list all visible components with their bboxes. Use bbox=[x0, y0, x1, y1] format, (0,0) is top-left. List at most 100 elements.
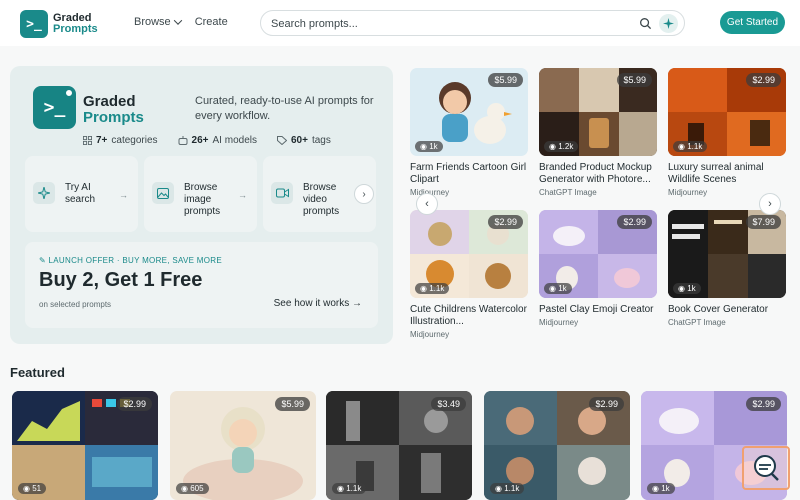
nav-browse[interactable]: Browse bbox=[134, 16, 182, 28]
price-badge: $2.99 bbox=[117, 397, 152, 411]
offer-tag-text: LAUNCH OFFER · BUY MORE, SAVE MORE bbox=[48, 256, 223, 265]
view-count-value: 1.1k bbox=[687, 142, 703, 151]
chevron-right-icon: › bbox=[768, 198, 772, 210]
ai-search-button[interactable] bbox=[659, 14, 678, 33]
stat-label: AI models bbox=[212, 135, 257, 146]
view-count: ◉ 605 bbox=[176, 483, 209, 494]
sparkle-icon bbox=[33, 182, 55, 204]
arrow-right-icon: → bbox=[352, 298, 362, 309]
featured-card[interactable]: $5.99 ◉ 605 bbox=[170, 391, 316, 500]
card-thumbnail: $2.99 ◉ 1.1k bbox=[668, 68, 786, 156]
view-count-value: 1.1k bbox=[346, 484, 362, 493]
view-count-value: 605 bbox=[190, 484, 204, 493]
offer-note: on selected prompts bbox=[39, 300, 112, 309]
hero-description: Curated, ready-to-use AI prompts for eve… bbox=[195, 95, 374, 122]
price-badge: $2.99 bbox=[746, 397, 781, 411]
prompt-card[interactable]: $5.99 ◉ 1.2k Branded Product Mockup Gene… bbox=[539, 68, 657, 197]
eye-icon: ◉ bbox=[181, 484, 191, 493]
arrow-right-icon: → bbox=[238, 190, 247, 200]
grid-next-button[interactable]: › bbox=[759, 193, 781, 215]
hero-brand: Graded Prompts bbox=[83, 94, 144, 126]
hero-brand-line-2: Prompts bbox=[83, 109, 144, 126]
featured-card[interactable]: $2.99 ◉ 1.1k bbox=[484, 391, 630, 500]
hero-brand-line-1: Graded bbox=[83, 93, 136, 110]
grid-prev-button[interactable]: ‹ bbox=[416, 193, 438, 215]
card-thumbnail: $5.99 ◉ 1k bbox=[410, 68, 528, 156]
view-count-value: 51 bbox=[32, 484, 42, 493]
card-thumbnail: $7.99 ◉ 1k bbox=[668, 210, 786, 298]
view-count: ◉ 1k bbox=[647, 483, 675, 494]
prompt-card[interactable]: $2.99 ◉ 1k Pastel Clay Emoji Creator Mid… bbox=[539, 210, 657, 327]
see-how-label: See how it works bbox=[273, 298, 350, 309]
arrow-right-icon: → bbox=[119, 190, 128, 200]
chevron-down-icon bbox=[173, 16, 182, 25]
prompt-card[interactable]: $2.99 ◉ 1.1k Cute Childrens Watercolor I… bbox=[410, 210, 528, 339]
eye-icon: ◉ bbox=[549, 142, 559, 151]
card-title: Branded Product Mockup Generator with Ph… bbox=[539, 162, 652, 185]
search-input[interactable] bbox=[271, 16, 631, 32]
prompt-card[interactable]: $2.99 ◉ 1.1k Luxury surreal animal Wildl… bbox=[668, 68, 786, 197]
quick-tiles: Try AI search → Browse image prompts → B… bbox=[25, 156, 376, 232]
price-badge: $2.99 bbox=[617, 215, 652, 229]
card-thumbnail: $2.99 ◉ 1.1k bbox=[410, 210, 528, 298]
video-icon bbox=[271, 182, 293, 204]
view-count: ◉ 1k bbox=[544, 283, 572, 294]
tile-label: Browse image prompts bbox=[184, 182, 221, 217]
hero-logo-icon: >_ bbox=[33, 86, 76, 129]
view-count-value: 1.1k bbox=[429, 284, 445, 293]
grid-icon bbox=[83, 136, 92, 145]
eye-icon: ◉ bbox=[652, 484, 662, 493]
eye-icon: ◉ bbox=[678, 142, 688, 151]
eye-icon: ◉ bbox=[420, 142, 430, 151]
image-icon bbox=[152, 182, 174, 204]
card-title: Farm Friends Cartoon Girl Clipart bbox=[410, 162, 527, 185]
eye-icon: ◉ bbox=[678, 284, 688, 293]
site-logo[interactable]: >_ Graded Prompts bbox=[20, 10, 98, 38]
eye-icon: ◉ bbox=[495, 484, 505, 493]
eye-icon: ◉ bbox=[420, 284, 430, 293]
card-source: ChatGPT Image bbox=[668, 318, 726, 327]
featured-card[interactable]: $3.49 ◉ 1.1k bbox=[326, 391, 472, 500]
main-nav: Browse Create bbox=[134, 16, 228, 28]
chat-search-icon bbox=[754, 455, 779, 481]
price-badge: $5.99 bbox=[275, 397, 310, 411]
price-badge: $2.99 bbox=[746, 73, 781, 87]
tile-label: Browse video prompts bbox=[303, 182, 340, 217]
view-count-value: 1k bbox=[558, 284, 567, 293]
tile-image-prompts[interactable]: Browse image prompts → bbox=[144, 156, 257, 232]
tile-ai-search[interactable]: Try AI search → bbox=[25, 156, 138, 232]
logo-mark: >_ bbox=[20, 10, 48, 38]
featured-card[interactable]: $2.99 ◉ 51 bbox=[12, 391, 158, 500]
search-bar bbox=[260, 10, 685, 36]
robot-icon bbox=[178, 136, 188, 145]
eye-icon: ◉ bbox=[23, 484, 33, 493]
chat-widget-button[interactable] bbox=[742, 446, 790, 490]
stat-tags: 60+ tags bbox=[276, 135, 331, 146]
tag-icon bbox=[276, 136, 287, 145]
view-count: ◉ 1.1k bbox=[415, 283, 450, 294]
view-count: ◉ 1.2k bbox=[544, 141, 579, 152]
nav-create[interactable]: Create bbox=[195, 16, 228, 28]
prompt-card[interactable]: $7.99 ◉ 1k Book Cover Generator ChatGPT … bbox=[668, 210, 786, 327]
search-icon[interactable] bbox=[639, 17, 652, 30]
view-count-value: 1.1k bbox=[504, 484, 520, 493]
stat-value: 60+ bbox=[290, 135, 308, 146]
nav-browse-label: Browse bbox=[134, 16, 171, 28]
view-count: ◉ 1k bbox=[415, 141, 443, 152]
tiles-next-button[interactable]: › bbox=[354, 184, 374, 204]
prompt-card[interactable]: $5.99 ◉ 1k Farm Friends Cartoon Girl Cli… bbox=[410, 68, 528, 197]
stats-row: 7+ categories 26+ AI models 60+ tags bbox=[83, 135, 331, 146]
view-count: ◉ 1.1k bbox=[332, 483, 367, 494]
card-thumbnail: $2.99 ◉ 1k bbox=[539, 210, 657, 298]
see-how-link[interactable]: See how it works → bbox=[274, 298, 362, 309]
stat-models: 26+ AI models bbox=[178, 135, 257, 146]
card-source: Midjourney bbox=[410, 330, 450, 339]
card-source: Midjourney bbox=[539, 318, 579, 327]
logo-wordmark: Graded Prompts bbox=[53, 13, 98, 35]
tile-label: Try AI search bbox=[65, 182, 96, 205]
tag-icon: ✎ bbox=[39, 256, 49, 265]
price-badge: $5.99 bbox=[617, 73, 652, 87]
view-count: ◉ 51 bbox=[18, 483, 47, 494]
get-started-button[interactable]: Get Started bbox=[720, 11, 785, 34]
view-count: ◉ 1.1k bbox=[673, 141, 708, 152]
